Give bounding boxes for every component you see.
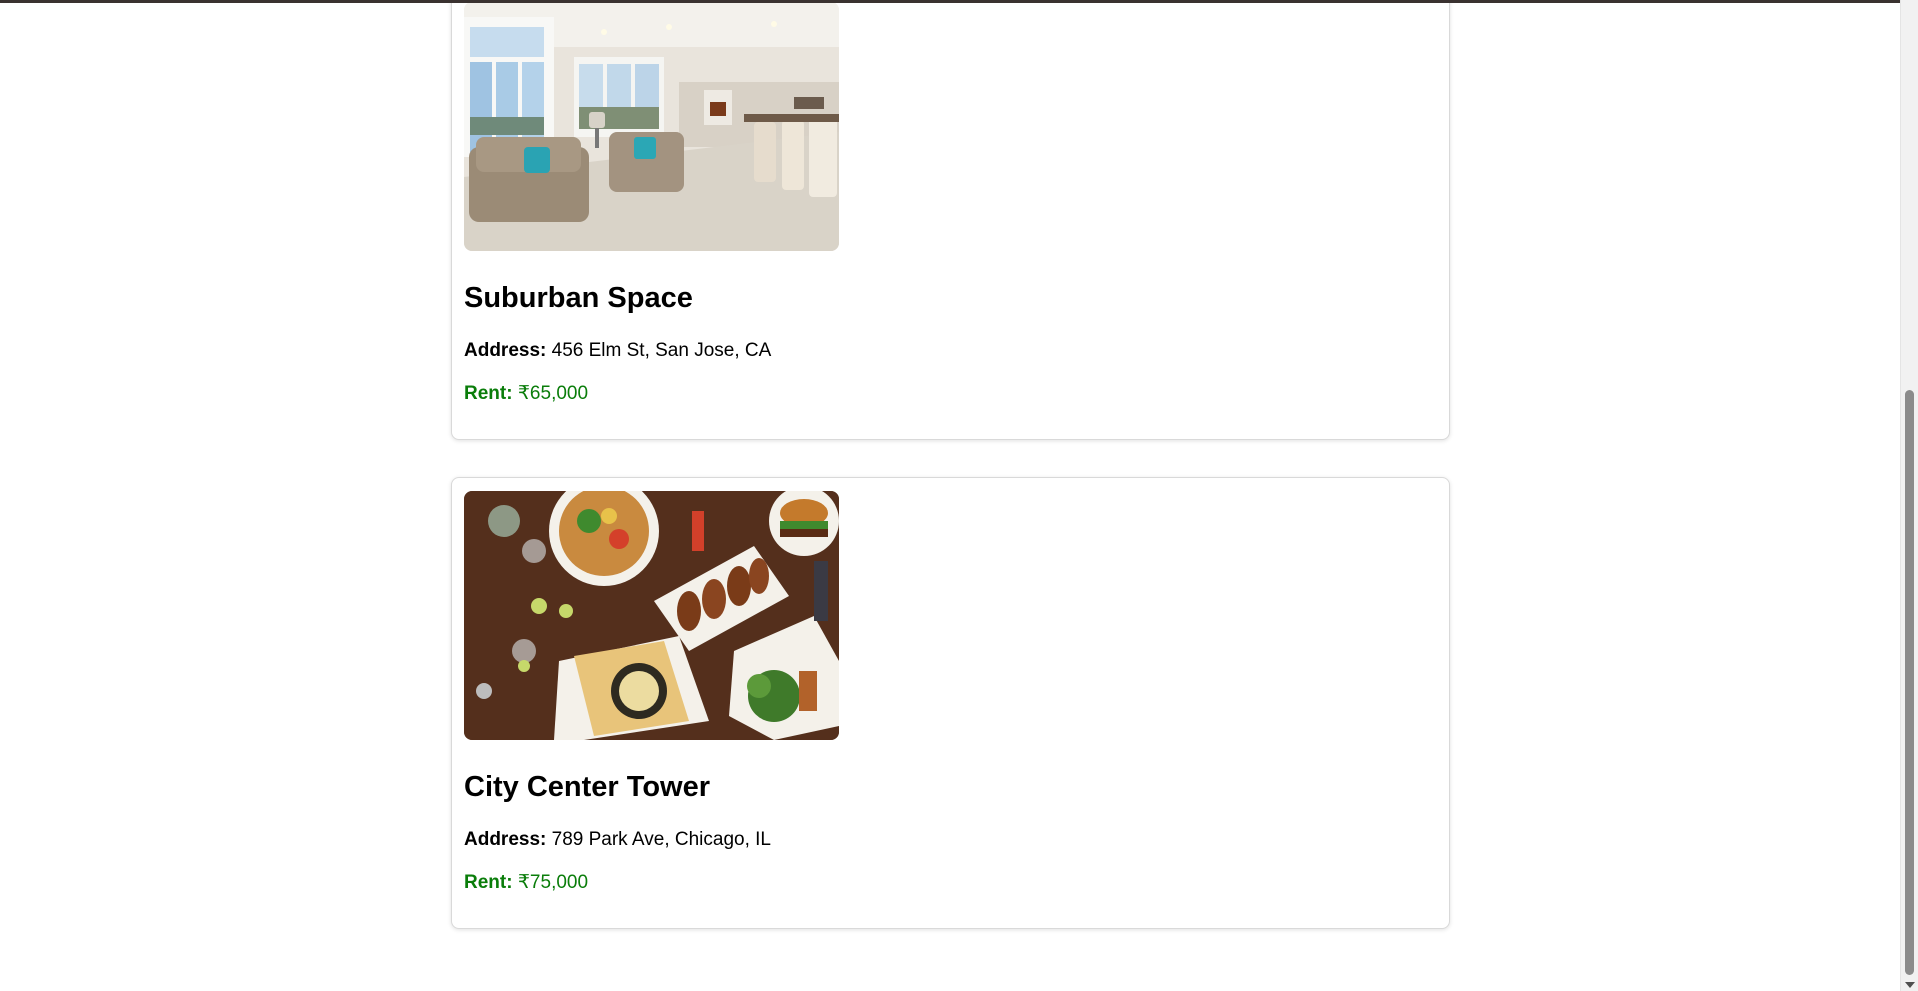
rent-value: ₹75,000 <box>517 872 589 893</box>
page-viewport: Suburban Space Address: 456 Elm St, San … <box>0 0 1900 991</box>
food-table-photo <box>464 491 839 740</box>
rent-label: Rent: <box>464 383 513 404</box>
browser-top-edge <box>0 0 1900 3</box>
listing-card: City Center Tower Address: 789 Park Ave,… <box>451 477 1450 929</box>
listing-address: Address: 456 Elm St, San Jose, CA <box>464 339 771 363</box>
listing-rent: Rent: ₹65,000 <box>464 382 588 406</box>
vertical-scrollbar[interactable] <box>1900 0 1918 991</box>
listing-title: Suburban Space <box>464 282 693 314</box>
listing-address: Address: 789 Park Ave, Chicago, IL <box>464 828 771 852</box>
rent-label: Rent: <box>464 872 513 893</box>
address-value: 789 Park Ave, Chicago, IL <box>551 829 771 850</box>
rent-value: ₹65,000 <box>517 383 589 404</box>
address-label: Address: <box>464 829 547 850</box>
listing-rent: Rent: ₹75,000 <box>464 871 588 895</box>
listing-card: Suburban Space Address: 456 Elm St, San … <box>451 0 1450 440</box>
address-label: Address: <box>464 340 547 361</box>
scroll-down-arrow-icon[interactable] <box>1905 982 1915 988</box>
living-room-photo <box>464 2 839 251</box>
listing-title: City Center Tower <box>464 771 711 803</box>
scrollbar-thumb[interactable] <box>1905 390 1914 975</box>
address-value: 456 Elm St, San Jose, CA <box>551 340 772 361</box>
